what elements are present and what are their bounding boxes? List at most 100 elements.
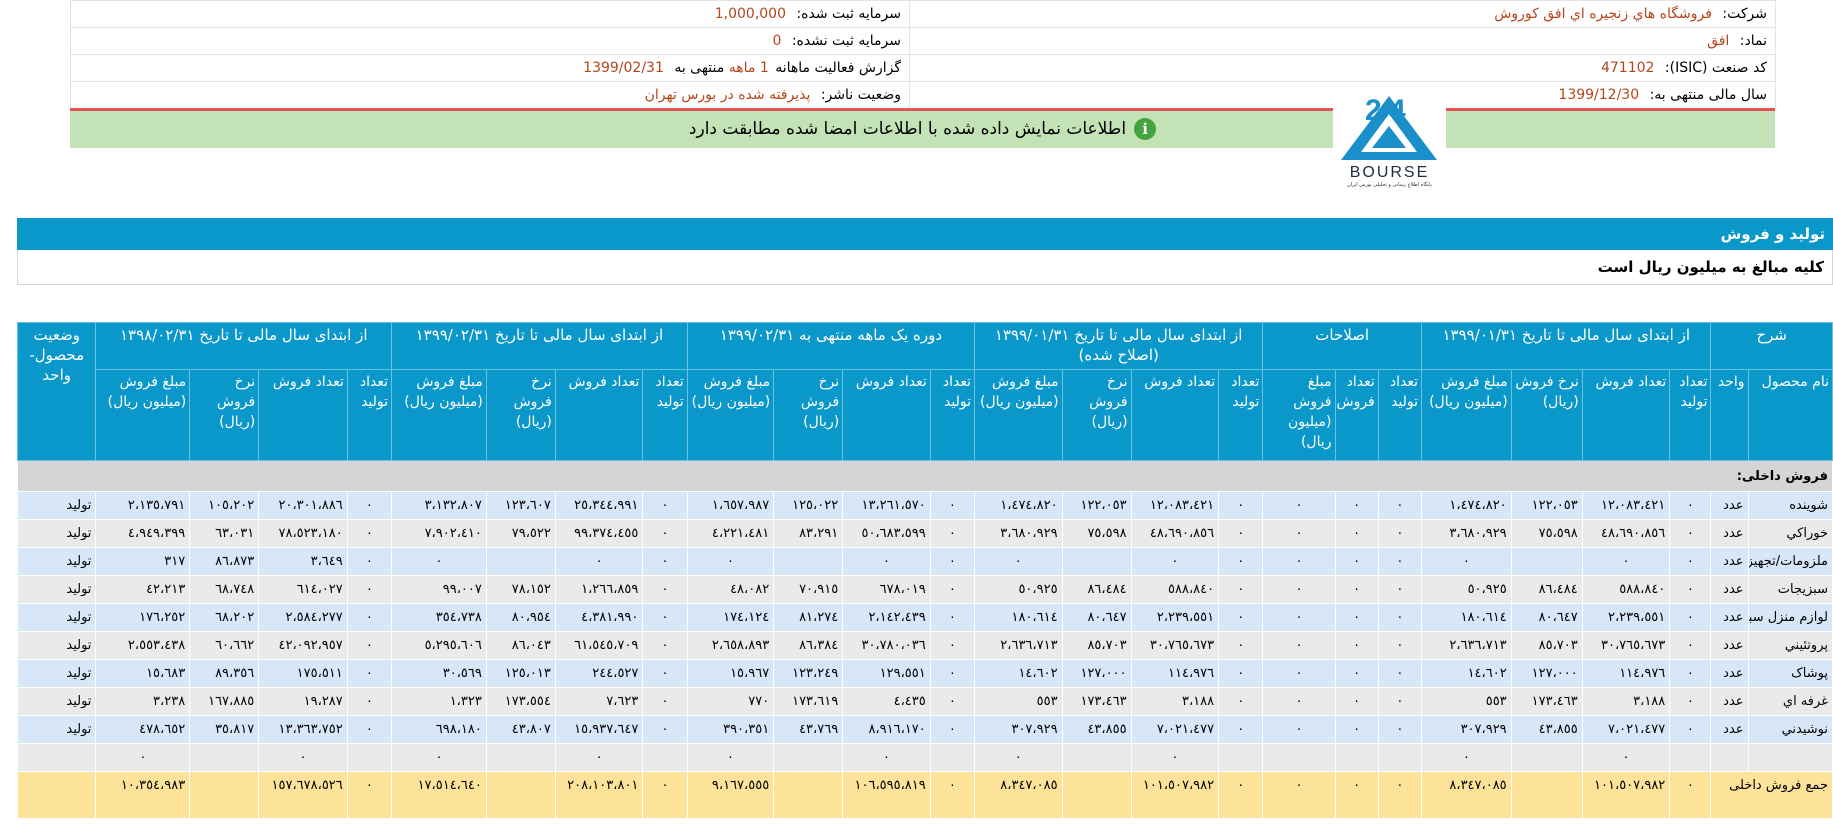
value-cell: ٠ — [346, 631, 393, 660]
table-row: ٠ ٠ ٠ ٠ ٠ ٠ ٠ ٠ ٠ ٠ — [16, 743, 1833, 772]
value-cell: ٠ — [1334, 631, 1379, 660]
value-cell: ٠ — [1262, 715, 1336, 744]
status-cell: تولید — [16, 491, 97, 520]
value-cell: ٠ — [642, 659, 688, 688]
value-cell: ٧،٦٢٣ — [554, 687, 644, 716]
value-cell: ٤٣،٧٦٩ — [773, 715, 844, 744]
unit-cell: عدد — [1710, 687, 1749, 716]
value-cell: ٠ — [346, 659, 393, 688]
value-cell — [1218, 743, 1264, 772]
table-row: غرفه اي عدد ٠ ٣،١٨٨ ١٧٣،٤٦٣ ٥٥٣ ٠ ٠ ٠ ٠ ٣،١٨٨ ١٧٣،٤… — [16, 687, 1833, 716]
unit-cell: عدد — [1710, 603, 1749, 632]
value-cell: ٨٩،٣٥٦ — [189, 659, 260, 688]
value-cell: ٠ — [1218, 491, 1264, 520]
group-row-domestic-sales: فروش داخلی: — [17, 460, 1833, 492]
value-cell: ٣٥،٨١٧ — [189, 715, 260, 744]
total-value-cell: ١٠١،٥٠٧،٩٨٢ — [1581, 771, 1671, 819]
report-label-a: گزارش فعالیت ماهانه — [775, 60, 901, 76]
status-cell: تولید — [16, 659, 97, 688]
unit-cell: عدد — [1710, 491, 1749, 520]
value-cell: ١١٤،٩٧٦ — [1581, 659, 1671, 688]
value-cell: ٠ — [1262, 547, 1336, 576]
value-cell: ٨٠،٦٤٧ — [1510, 603, 1583, 632]
total-value-cell: ٨،٣٤٧،٠٨٥ — [974, 771, 1063, 819]
header-desc: شرح — [1710, 322, 1833, 370]
product-name-cell: سبزيجات — [1747, 575, 1833, 604]
logo-brand-text: BOURSE — [1349, 164, 1430, 181]
bourse-logo: 2 4 BOURSE پایگاه اطلاع رسانی و تحلیلی ب… — [1333, 82, 1446, 190]
value-cell: ١،٤٧٤،٨٢٠ — [974, 491, 1063, 520]
value-cell: ٤٢،٢١٣ — [95, 575, 191, 604]
total-row: جمع فروش داخلی ٠ ١٠١،٥٠٧،٩٨٢ ٨،٣٤٧،٠٨٥ ٠ ٠ ٠ ٠ ١… — [16, 771, 1833, 819]
value-cell: ٠ — [1669, 519, 1712, 548]
subheader-sales-qty: تعداد فروش — [1581, 369, 1671, 461]
value-cell: ٠ — [1669, 547, 1712, 576]
subheader-prod-qty: تعداد تولید — [642, 369, 688, 461]
value-cell: ٠ — [1262, 491, 1336, 520]
publisher-status-value: پذیرفته شده در بورس تهران — [644, 87, 811, 103]
value-cell: ٥٥٣ — [974, 687, 1063, 716]
unregistered-capital-value: 0 — [772, 33, 782, 49]
table-row: شوینده عدد ٠ ١٢،٠٨٣،٤٢١ ١٢٢،٠٥٣ ١،٤٧٤،٨٢٠ ٠ ٠ ٠ ٠… — [16, 491, 1833, 520]
value-cell: ٣،٢٣٨ — [95, 687, 191, 716]
subheader-prod-qty: تعداد تولید — [1669, 369, 1712, 461]
value-cell: ٠ — [1262, 687, 1336, 716]
value-cell: ٣٠،٧٦٥،٦٧٣ — [1130, 631, 1220, 660]
value-cell: ١٣،٣٦٣،٧٥٢ — [258, 715, 348, 744]
value-cell: ١٢،٠٨٣،٤٢١ — [1130, 491, 1220, 520]
value-cell: ٠ — [1334, 575, 1379, 604]
value-cell — [642, 743, 688, 772]
status-cell — [16, 743, 97, 772]
value-cell: ١٠٥،٢٠٢ — [189, 491, 260, 520]
isic-cell: کد صنعت (ISIC): 471102 — [909, 54, 1776, 82]
total-value-cell: ١٧،٥١٤،٦٤٠ — [391, 771, 487, 819]
value-cell: ٧،٩٠٢،٤١٠ — [391, 519, 487, 548]
subheader-sales-qty: تعداد فروش — [842, 369, 931, 461]
subheader-corr-sales-qty: تعداد فروش — [1334, 369, 1379, 461]
value-cell: ٠ — [1377, 631, 1423, 660]
value-cell: ١٥،٦٨٣ — [95, 659, 191, 688]
value-cell — [485, 743, 556, 772]
value-cell: ٠ — [1334, 547, 1379, 576]
svg-text:4: 4 — [1389, 94, 1406, 127]
status-cell: تولید — [16, 687, 97, 716]
value-cell: ٦٧٨،٠١٩ — [842, 575, 931, 604]
value-cell: ٠ — [391, 743, 487, 772]
value-cell: ٨٦،٠٤٣ — [485, 631, 556, 660]
value-cell: ١٧٣،٦١٩ — [773, 687, 844, 716]
value-cell: ٠ — [929, 631, 976, 660]
subheader-sales-qty: تعداد فروش — [258, 369, 348, 461]
value-cell: ٠ — [929, 659, 976, 688]
total-value-cell: ١٠٦،٥٩٥،٨١٩ — [842, 771, 931, 819]
status-cell: تولید — [16, 547, 97, 576]
value-cell: ٠ — [1669, 603, 1712, 632]
total-value-cell: ٠ — [929, 771, 976, 819]
total-value-cell — [189, 771, 260, 819]
unregistered-capital-label: سرمایه ثبت نشده: — [791, 33, 901, 49]
unit-cell: عدد — [1710, 575, 1749, 604]
table-row: سبزيجات عدد ٠ ٥٨٨،٨٤٠ ٨٦،٤٨٤ ٥٠،٩٢٥ ٠ ٠ ٠ ٠ ٥٨٨،٨٤… — [16, 575, 1833, 604]
value-cell: ١٧٣،٤٦٣ — [1061, 687, 1132, 716]
value-cell: ٠ — [554, 743, 644, 772]
value-cell: ٣،٦٨٠،٩٢٩ — [974, 519, 1063, 548]
header-prev-year: از ابتدای سال مالی تا تاریخ ۱۳۹۸/۰۲/۳۱ — [95, 322, 393, 370]
value-cell: ٨٦،٨٧٣ — [189, 547, 260, 576]
symbol-cell: نماد: افق — [909, 27, 1776, 55]
value-cell: ٤٣،٨٥٥ — [1061, 715, 1132, 744]
total-value-cell — [1510, 771, 1583, 819]
publisher-status-cell: وضعیت ناشر: پذیرفته شده در بورس تهران — [70, 81, 910, 109]
logo-mark-icon: 2 4 — [1341, 94, 1437, 160]
value-cell: ٥٠،٦٨٣،٥٩٩ — [842, 519, 931, 548]
value-cell: ٠ — [1334, 519, 1379, 548]
subheader-amount: مبلغ فروش (میلیون ریال) — [686, 369, 775, 461]
value-cell: ٤٢،٠٩٢،٩٥٧ — [258, 631, 348, 660]
value-cell: ٠ — [554, 547, 644, 576]
product-name-cell: پوشاک — [1747, 659, 1833, 688]
subheader-rate: نرخ فروش (ریال) — [773, 369, 844, 461]
value-cell: ٣٥٤،٧٣٨ — [391, 603, 487, 632]
value-cell: ٠ — [929, 687, 976, 716]
publisher-status-label: وضعیت ناشر: — [820, 87, 901, 103]
value-cell: ٣٠،٥٦٩ — [391, 659, 487, 688]
product-name-cell: لوازم منزل سبک — [1747, 603, 1833, 632]
value-cell: ٠ — [642, 547, 688, 576]
